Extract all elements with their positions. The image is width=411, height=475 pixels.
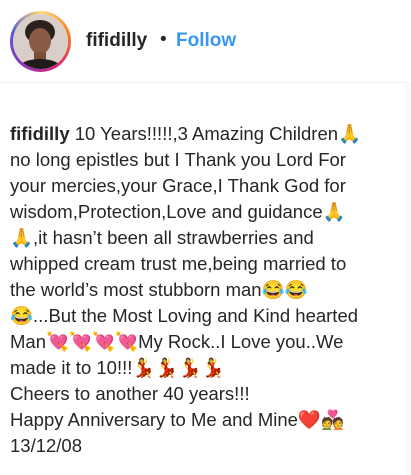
profile-avatar[interactable] [10, 11, 71, 72]
caption-text: 10 Years!!!!!,3 Amazing Children🙏 [69, 123, 362, 144]
caption-line: 😂...But the Most Loving and Kind hearted [10, 305, 359, 326]
caption-line: whipped cream trust me,being married to [10, 253, 347, 274]
caption-line: made it to 10!!!💃💃💃💃 [10, 357, 225, 378]
caption-line: no long epistles but I Thank you Lord Fo… [10, 149, 346, 170]
caption-line: Cheers to another 40 years!!! [10, 383, 250, 404]
post-username[interactable]: fifidilly [86, 30, 147, 52]
avatar-image [13, 14, 68, 69]
follow-button[interactable]: Follow [176, 30, 236, 52]
caption-author[interactable]: fifidilly [10, 123, 70, 144]
post-caption: fifidilly 10 Years!!!!!,3 Amazing Childr… [10, 121, 405, 459]
caption-line: your mercies,your Grace,I Thank God for [10, 175, 346, 196]
caption-line: 🙏,it hasn’t been all strawberries and [10, 227, 314, 248]
caption-line: Man💘💘💘💘My Rock..I Love you..We [10, 331, 344, 352]
header-divider [0, 82, 411, 83]
caption-date: 13/12/08 [10, 435, 83, 456]
caption-line: the world’s most stubborn man😂😂 [10, 279, 308, 300]
caption-line: fifidilly 10 Years!!!!!,3 Amazing Childr… [10, 121, 405, 147]
post-header: fifidilly • Follow [0, 0, 411, 82]
scrollbar[interactable] [405, 82, 411, 475]
caption-line: wisdom,Protection,Love and guidance🙏 [10, 201, 346, 222]
caption-line: Happy Anniversary to Me and Mine❤️💑 [10, 409, 344, 430]
separator-dot: • [160, 29, 167, 50]
